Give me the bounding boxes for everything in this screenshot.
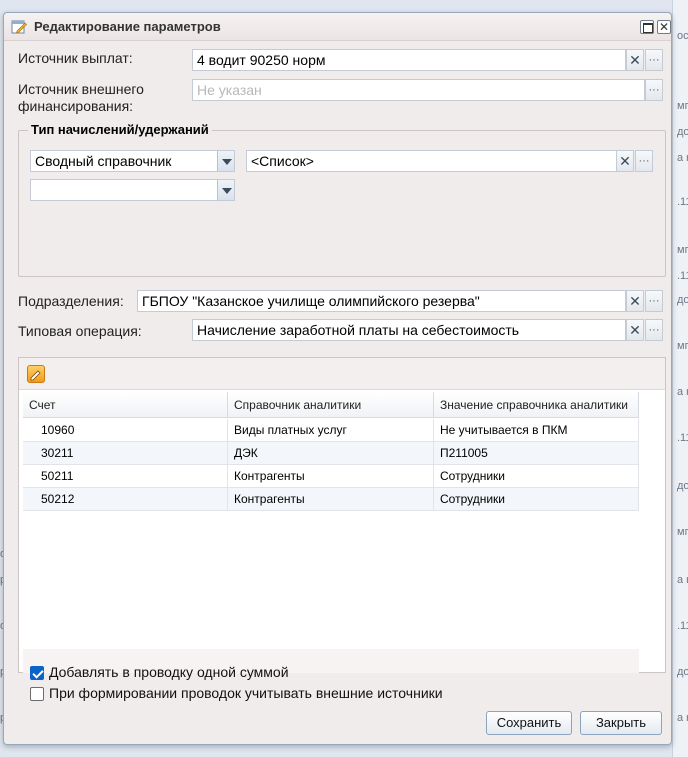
cell-analytics-value: Сотрудники	[434, 488, 639, 510]
bg-fragment: а к	[677, 712, 688, 724]
cell-analytics-ref: Контрагенты	[228, 465, 434, 487]
bg-fragment: до	[677, 294, 688, 306]
close-window-button[interactable]: ✕	[657, 20, 671, 34]
departments-clear-icon[interactable]: ✕	[626, 290, 644, 312]
bg-fragment: до	[677, 480, 688, 492]
bg-fragment: .11	[677, 620, 688, 632]
table-row[interactable]: 10960 Виды платных услуг Не учитывается …	[23, 419, 639, 442]
analytics-grid: Счет Справочник аналитики Значение справ…	[18, 357, 666, 673]
bg-fragment: .11	[677, 432, 688, 444]
save-button[interactable]: Сохранить	[486, 711, 572, 735]
accrual-type-clear-icon[interactable]: ✕	[616, 150, 634, 172]
cell-account: 50211	[23, 465, 228, 487]
pencil-icon	[30, 370, 41, 381]
bg-fragment: мп	[677, 244, 688, 256]
accrual-type-combo-arrow-icon[interactable]	[217, 150, 235, 172]
departments-input[interactable]: ГБПОУ "Казанское училище олимпийского ре…	[137, 290, 626, 312]
bg-fragment: до	[677, 126, 688, 138]
external-financing-select-icon[interactable]: ···	[645, 79, 663, 101]
column-header-account[interactable]: Счет	[23, 392, 228, 418]
accrual-type-combo[interactable]: Сводный справочник	[30, 150, 218, 172]
bg-fragment: до	[677, 666, 688, 678]
table-row[interactable]: 30211 ДЭК П211005	[23, 442, 639, 465]
edit-form-icon	[11, 20, 27, 34]
typical-operation-select-icon[interactable]: ···	[645, 319, 663, 341]
single-sum-label[interactable]: Добавлять в проводку одной суммой	[49, 664, 289, 680]
cell-analytics-ref: Виды платных услуг	[228, 419, 434, 441]
typical-operation-clear-icon[interactable]: ✕	[626, 319, 644, 341]
accrual-type-combo-2-arrow-icon[interactable]	[217, 179, 235, 201]
bg-fragment: мп	[677, 526, 688, 538]
typical-operation-label: Типовая операция:	[18, 323, 142, 339]
edit-parameters-dialog: Редактирование параметров ✕ Источник вып…	[3, 12, 672, 745]
external-financing-label-line1: Источник внешнего	[18, 81, 144, 97]
bg-fragment: ос	[677, 30, 688, 42]
departments-select-icon[interactable]: ···	[645, 290, 663, 312]
bg-fragment: а к	[677, 152, 688, 164]
bg-fragment: .11	[677, 196, 688, 208]
cell-analytics-ref: Контрагенты	[228, 488, 434, 510]
edit-row-button[interactable]	[27, 365, 45, 383]
cell-account: 10960	[23, 419, 228, 441]
cell-analytics-value: П211005	[434, 442, 639, 464]
grid-header: Счет Справочник аналитики Значение справ…	[23, 392, 639, 418]
external-sources-checkbox[interactable]	[30, 687, 44, 701]
payment-source-input[interactable]: 4 водит 90250 норм	[192, 49, 626, 71]
single-sum-checkbox[interactable]	[30, 666, 44, 680]
background-app-strip	[672, 0, 688, 757]
accrual-type-value-input[interactable]: <Список>	[246, 150, 617, 172]
external-financing-label-line2: финансирования:	[18, 98, 134, 114]
accrual-types-legend: Тип начислений/удержаний	[28, 122, 212, 137]
bg-fragment: а к	[677, 574, 688, 586]
bg-fragment: а к	[677, 386, 688, 398]
grid-body: 10960 Виды платных услуг Не учитывается …	[23, 419, 639, 511]
departments-label: Подразделения:	[18, 293, 124, 309]
cell-account: 50212	[23, 488, 228, 510]
table-row[interactable]: 50211 Контрагенты Сотрудники	[23, 465, 639, 488]
maximize-button[interactable]	[640, 20, 654, 34]
accrual-type-select-icon[interactable]: ···	[635, 150, 653, 172]
grid-toolbar	[19, 358, 665, 390]
payment-source-select-icon[interactable]: ···	[645, 49, 663, 71]
column-header-analytics-value[interactable]: Значение справочника аналитики	[434, 392, 639, 418]
typical-operation-input[interactable]: Начисление заработной платы на себестоим…	[192, 319, 626, 341]
dialog-titlebar[interactable]: Редактирование параметров ✕	[4, 13, 671, 41]
close-button[interactable]: Закрыть	[580, 711, 662, 735]
bg-fragment: мп	[677, 340, 688, 352]
dialog-title: Редактирование параметров	[34, 19, 221, 34]
cell-account: 30211	[23, 442, 228, 464]
bg-fragment: .11	[677, 270, 688, 282]
external-sources-label[interactable]: При формировании проводок учитывать внеш…	[49, 685, 443, 701]
payment-source-clear-icon[interactable]: ✕	[626, 49, 644, 71]
cell-analytics-value: Сотрудники	[434, 465, 639, 487]
external-financing-input[interactable]: Не указан	[192, 79, 645, 101]
table-row[interactable]: 50212 Контрагенты Сотрудники	[23, 488, 639, 511]
cell-analytics-value: Не учитывается в ПКМ	[434, 419, 639, 441]
payment-source-label: Источник выплат:	[18, 50, 133, 66]
column-header-analytics-ref[interactable]: Справочник аналитики	[228, 392, 434, 418]
bg-fragment: мп	[677, 100, 688, 112]
cell-analytics-ref: ДЭК	[228, 442, 434, 464]
accrual-type-combo-2[interactable]	[30, 179, 218, 201]
